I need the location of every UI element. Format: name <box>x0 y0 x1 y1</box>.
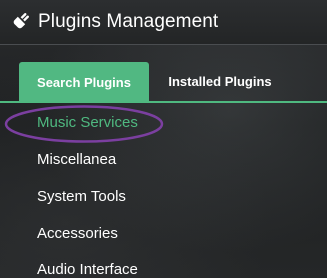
plugins-page: Plugins Management Search Plugins Instal… <box>0 0 327 278</box>
category-music-services[interactable]: Music Services <box>37 114 138 131</box>
page-header: Plugins Management <box>0 0 327 44</box>
tab-search-plugins[interactable]: Search Plugins <box>19 62 149 102</box>
title-wrap: Plugins Management <box>8 9 218 35</box>
tab-installed-plugins[interactable]: Installed Plugins <box>160 62 280 101</box>
category-system-tools[interactable]: System Tools <box>37 188 126 205</box>
category-accessories[interactable]: Accessories <box>37 225 118 242</box>
category-miscellanea[interactable]: Miscellanea <box>37 151 116 168</box>
category-audio-interface[interactable]: Audio Interface <box>37 261 138 278</box>
page-title: Plugins Management <box>38 11 219 32</box>
header-divider <box>0 44 327 45</box>
tab-underline <box>0 101 327 103</box>
plug-icon <box>8 10 32 34</box>
plugin-tabs: Search Plugins Installed Plugins <box>0 62 327 103</box>
